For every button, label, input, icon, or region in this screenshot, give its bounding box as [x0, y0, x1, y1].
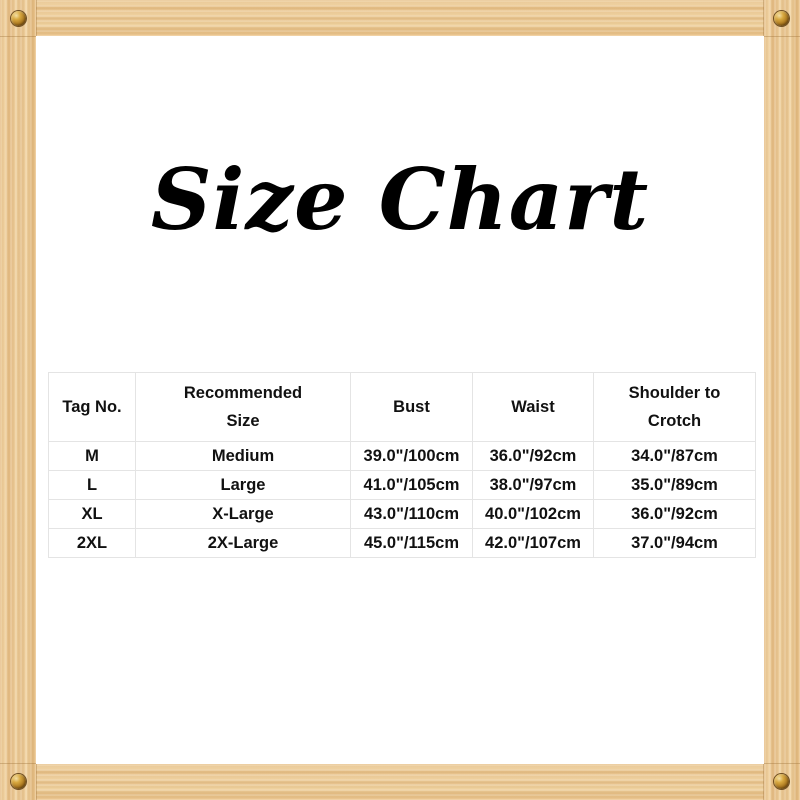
column-header-waist: Waist — [472, 372, 594, 442]
cell-tag: XL — [48, 499, 136, 529]
table-header-row: Tag No. Recommended Size Bust Waist Shou… — [48, 372, 756, 442]
column-header-shoulder-to-crotch: Shoulder to Crotch — [593, 372, 756, 442]
frame-seam-top-right — [763, 0, 764, 36]
column-header-recommended-size-line1: Recommended — [183, 384, 303, 402]
size-chart-table-wrap: Tag No. Recommended Size Bust Waist Shou… — [48, 372, 756, 558]
table-row: M Medium 39.0"/100cm 36.0"/92cm 34.0"/87… — [48, 441, 756, 471]
column-header-shoulder-to-crotch-line2: Crotch — [647, 412, 702, 430]
frame-screw-top-right — [774, 11, 789, 26]
cell-tag: M — [48, 441, 136, 471]
frame-plank-right — [764, 0, 800, 800]
frame-seam-bottom-left — [36, 764, 37, 800]
frame-plank-left — [0, 0, 36, 800]
cell-bust: 43.0"/110cm — [350, 499, 473, 529]
chart-canvas: Size Chart Tag No. Recommended Size Bust… — [36, 36, 764, 764]
table-body: M Medium 39.0"/100cm 36.0"/92cm 34.0"/87… — [48, 441, 756, 558]
cell-waist: 40.0"/102cm — [472, 499, 594, 529]
table-row: L Large 41.0"/105cm 38.0"/97cm 35.0"/89c… — [48, 470, 756, 500]
frame-seam-left-top — [0, 36, 36, 37]
column-header-bust-line1: Bust — [393, 398, 430, 416]
column-header-recommended-size-line2: Size — [226, 412, 260, 430]
table-header: Tag No. Recommended Size Bust Waist Shou… — [48, 372, 756, 442]
column-header-bust: Bust — [350, 372, 473, 442]
cell-waist: 38.0"/97cm — [472, 470, 594, 500]
frame-screw-bottom-left — [11, 774, 26, 789]
frame-seam-right-top — [764, 36, 800, 37]
cell-recommended: 2X-Large — [135, 528, 351, 558]
cell-waist: 42.0"/107cm — [472, 528, 594, 558]
frame-seam-bottom-right — [763, 764, 764, 800]
cell-bust: 39.0"/100cm — [350, 441, 473, 471]
cell-shoulder-to-crotch: 36.0"/92cm — [593, 499, 756, 529]
cell-waist: 36.0"/92cm — [472, 441, 594, 471]
frame-plank-top — [0, 0, 800, 36]
cell-tag: 2XL — [48, 528, 136, 558]
cell-shoulder-to-crotch: 34.0"/87cm — [593, 441, 756, 471]
column-header-waist-line1: Waist — [511, 398, 555, 416]
frame-seam-top-left — [36, 0, 37, 36]
column-header-tag-no: Tag No. — [48, 372, 136, 442]
page-title: Size Chart — [150, 150, 650, 249]
cell-bust: 41.0"/105cm — [350, 470, 473, 500]
table-row: 2XL 2X-Large 45.0"/115cm 42.0"/107cm 37.… — [48, 528, 756, 558]
cell-tag: L — [48, 470, 136, 500]
frame-seam-left-bottom — [0, 763, 36, 764]
frame-plank-bottom — [0, 764, 800, 800]
frame-seam-right-bottom — [764, 763, 800, 764]
cell-shoulder-to-crotch: 37.0"/94cm — [593, 528, 756, 558]
column-header-tag-no-line1: Tag No. — [62, 398, 122, 416]
cell-recommended: Medium — [135, 441, 351, 471]
cell-recommended: Large — [135, 470, 351, 500]
cell-shoulder-to-crotch: 35.0"/89cm — [593, 470, 756, 500]
frame-screw-top-left — [11, 11, 26, 26]
cell-recommended: X-Large — [135, 499, 351, 529]
column-header-recommended-size: Recommended Size — [135, 372, 351, 442]
column-header-shoulder-to-crotch-line1: Shoulder to — [628, 384, 721, 402]
cell-bust: 45.0"/115cm — [350, 528, 473, 558]
size-chart-table: Tag No. Recommended Size Bust Waist Shou… — [48, 372, 756, 558]
size-chart-page: Size Chart Tag No. Recommended Size Bust… — [0, 0, 800, 800]
frame-screw-bottom-right — [774, 774, 789, 789]
table-row: XL X-Large 43.0"/110cm 40.0"/102cm 36.0"… — [48, 499, 756, 529]
